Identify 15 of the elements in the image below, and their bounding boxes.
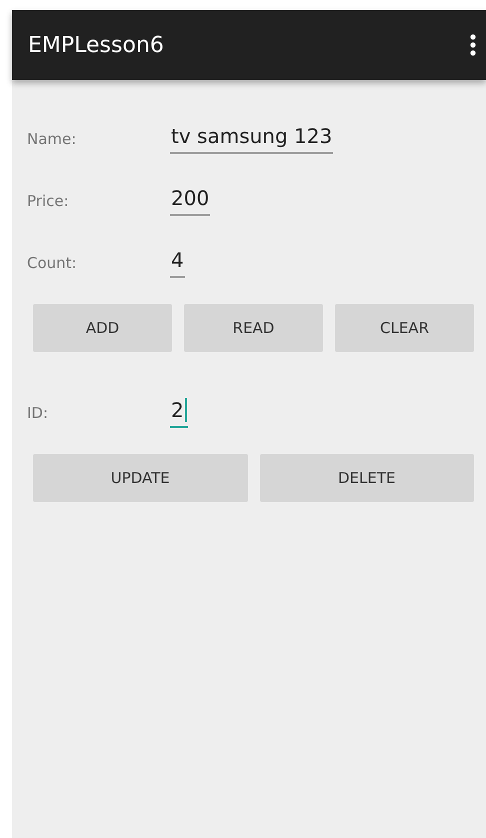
- input-field[interactable]: 2: [170, 398, 188, 428]
- menu-icon[interactable]: [470, 34, 476, 56]
- action-button[interactable]: READ: [184, 304, 323, 352]
- app-title: EMPLesson6: [28, 32, 164, 58]
- action-button[interactable]: UPDATE: [33, 454, 248, 502]
- input-field[interactable]: tv samsung 123: [170, 124, 334, 154]
- field-label: Name:: [27, 130, 78, 148]
- action-button[interactable]: DELETE: [260, 454, 474, 502]
- input-field[interactable]: 200: [170, 186, 210, 216]
- action-button[interactable]: ADD: [33, 304, 172, 352]
- field-label: Count:: [27, 254, 78, 272]
- action-button[interactable]: CLEAR: [335, 304, 474, 352]
- field-label: ID:: [27, 404, 50, 422]
- input-field[interactable]: 4: [170, 248, 185, 278]
- field-label: Price:: [27, 192, 70, 210]
